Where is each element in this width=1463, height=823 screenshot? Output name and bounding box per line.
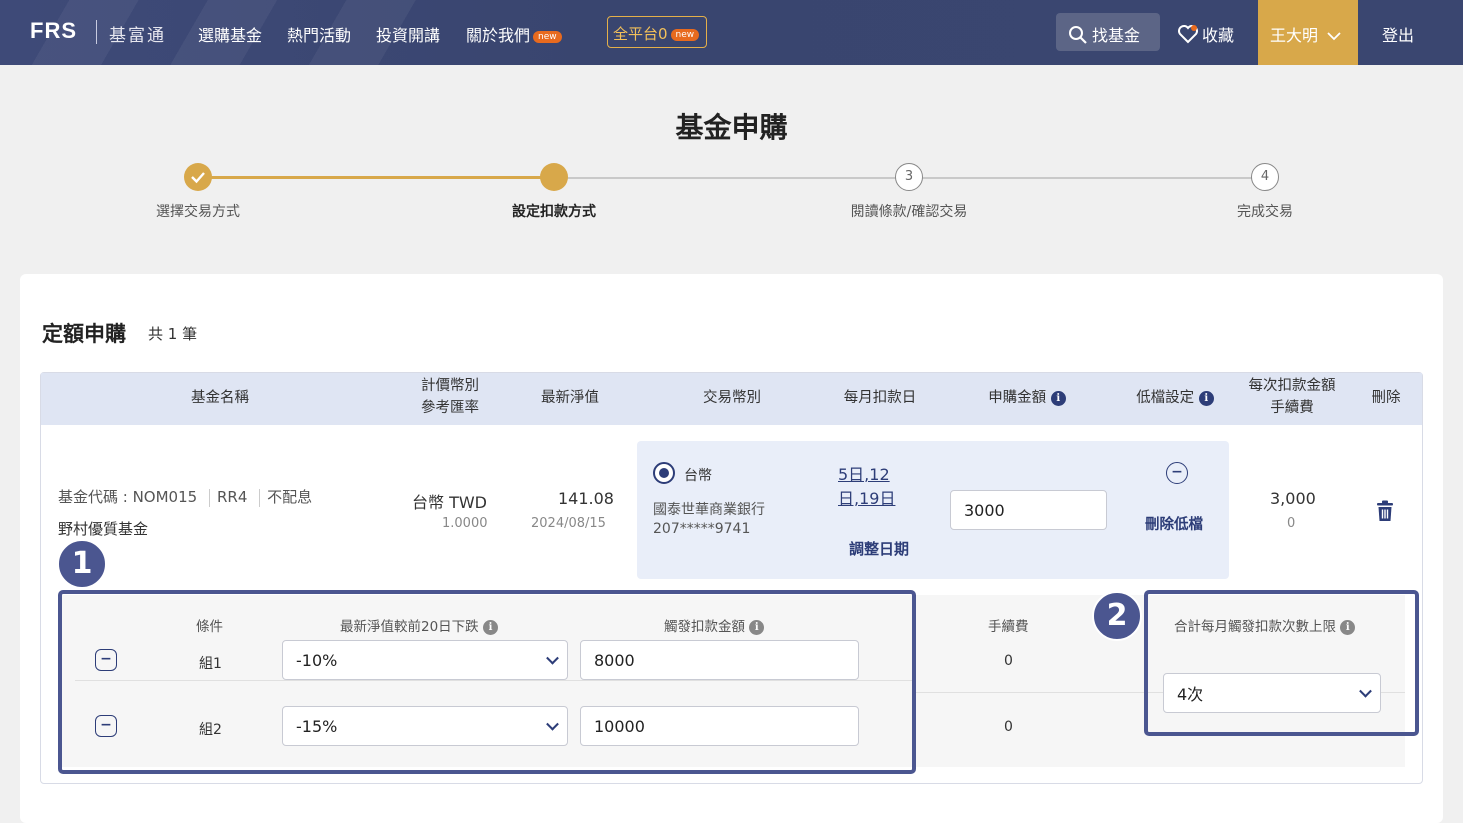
chevron-down-icon	[1327, 32, 1341, 41]
favorites-button[interactable]: 收藏	[1177, 22, 1234, 46]
col-delete: 刪除	[1371, 390, 1401, 406]
search-label: 找基金	[1092, 26, 1141, 45]
nav-item-invest-talks[interactable]: 投資開講	[376, 22, 440, 46]
nav-item-events[interactable]: 熱門活動	[287, 22, 351, 46]
col-amount: 申購金額 i	[972, 388, 1082, 410]
nav-date: 2024/08/15	[531, 516, 606, 531]
meta-divider	[208, 488, 210, 507]
exchange-rate: 1.0000	[442, 516, 488, 531]
nav-label: 投資開講	[376, 26, 441, 45]
col-nav: 最新淨值	[541, 390, 599, 406]
new-badge: new	[670, 28, 700, 41]
step-1-dot	[184, 163, 212, 191]
trade-currency: 台幣	[684, 468, 712, 484]
cond-col-fee: 手續費	[988, 619, 1029, 635]
col-fee-l2: 手續費	[1270, 399, 1314, 416]
group-fee: 0	[1004, 653, 1013, 669]
bank-name: 國泰世華商業銀行	[653, 502, 765, 518]
nav-value: 141.08	[558, 489, 614, 508]
user-menu[interactable]: 王大明	[1258, 0, 1358, 65]
page-title: 基金申購	[675, 111, 788, 144]
risk-level: RR4	[216, 488, 248, 506]
amount-value: 3000	[964, 500, 1005, 520]
amount-input[interactable]: 3000	[950, 490, 1107, 530]
dividend-type: 不配息	[267, 488, 313, 506]
new-badge: new	[533, 30, 562, 43]
search-fund-button[interactable]: 找基金	[1056, 13, 1160, 51]
col-monthly-day: 每月扣款日	[843, 390, 917, 406]
col-currency-l1: 計價幣別	[421, 378, 479, 394]
annotation-badge-1: 1	[57, 539, 107, 589]
brand-name[interactable]: 基富通	[109, 21, 166, 46]
step-2-dot	[540, 163, 568, 191]
twd-radio[interactable]	[653, 462, 675, 484]
remove-low-icon[interactable]: −	[1166, 462, 1188, 484]
highlight-box-1	[58, 590, 916, 774]
step-4-dot: 4	[1251, 163, 1279, 191]
user-name: 王大明	[1270, 26, 1319, 45]
col-fee: 每次扣款金額 手續費	[1232, 376, 1352, 420]
step-4-label: 完成交易	[1237, 204, 1293, 220]
group-fee: 0	[1004, 719, 1013, 735]
zero-fee-button[interactable]: 全平台0 new	[607, 16, 707, 48]
deduct-amount: 3,000	[1270, 489, 1316, 508]
heart-icon	[1178, 25, 1198, 44]
bank-account: 207*****9741	[653, 521, 751, 537]
logout-button[interactable]: 登出	[1382, 22, 1414, 46]
step-3-dot: 3	[895, 163, 923, 191]
logo-divider	[96, 20, 97, 44]
nav-label: 關於我們	[466, 26, 531, 45]
col-amount-label: 申購金額	[988, 390, 1047, 406]
section-title: 定額申購	[42, 322, 126, 346]
fund-name[interactable]: 野村優質基金	[58, 518, 148, 539]
deduction-days-l2: 日,19日	[838, 489, 896, 508]
fee-value: 0	[1287, 516, 1296, 531]
col-low-setting-label: 低檔設定	[1136, 390, 1195, 406]
fund-code: 基金代碼 : NOM015	[58, 488, 198, 506]
fund-meta: 基金代碼 : NOM015 RR4 不配息	[58, 486, 312, 507]
step-3-label: 閱讀條款/確認交易	[850, 204, 968, 220]
deduction-days-link[interactable]: 5日,12 日,19日	[838, 463, 895, 511]
currency: 台幣 TWD	[412, 493, 488, 512]
nav-label: 選購基金	[198, 26, 263, 45]
nav-item-buy-funds[interactable]: 選購基金	[198, 22, 262, 46]
step-2-label: 設定扣款方式	[512, 204, 596, 220]
deduction-days-l1: 5日,12	[838, 465, 890, 484]
favorites-label: 收藏	[1202, 26, 1235, 45]
check-icon	[191, 172, 205, 184]
nav-item-about-us[interactable]: 關於我們 new	[466, 22, 562, 46]
search-icon	[1069, 26, 1087, 44]
meta-divider	[259, 488, 261, 507]
step-1-label: 選擇交易方式	[156, 204, 240, 220]
annotation-badge-2: 2	[1092, 591, 1142, 641]
highlight-box-2	[1144, 590, 1419, 736]
info-icon[interactable]: i	[1198, 390, 1214, 406]
frs-logo[interactable]: FRS	[30, 18, 77, 44]
trash-icon[interactable]	[1376, 500, 1394, 522]
info-icon[interactable]: i	[1050, 390, 1066, 406]
adjust-date-button[interactable]: 調整日期	[849, 538, 909, 559]
col-currency: 計價幣別 參考匯率	[390, 376, 510, 420]
section-count: 共 1 筆	[148, 325, 198, 343]
delete-low-button[interactable]: 刪除低檔	[1145, 513, 1203, 534]
col-trade-currency: 交易幣別	[703, 390, 761, 406]
nav-label: 熱門活動	[287, 26, 352, 45]
zero-fee-label: 全平台0	[613, 25, 668, 43]
col-low-setting: 低檔設定 i	[1120, 388, 1230, 410]
col-currency-l2: 參考匯率	[421, 399, 479, 416]
stepper-progress-line	[198, 176, 554, 179]
col-fee-l1: 每次扣款金額	[1248, 378, 1336, 394]
col-fund-name: 基金名稱	[191, 390, 249, 406]
